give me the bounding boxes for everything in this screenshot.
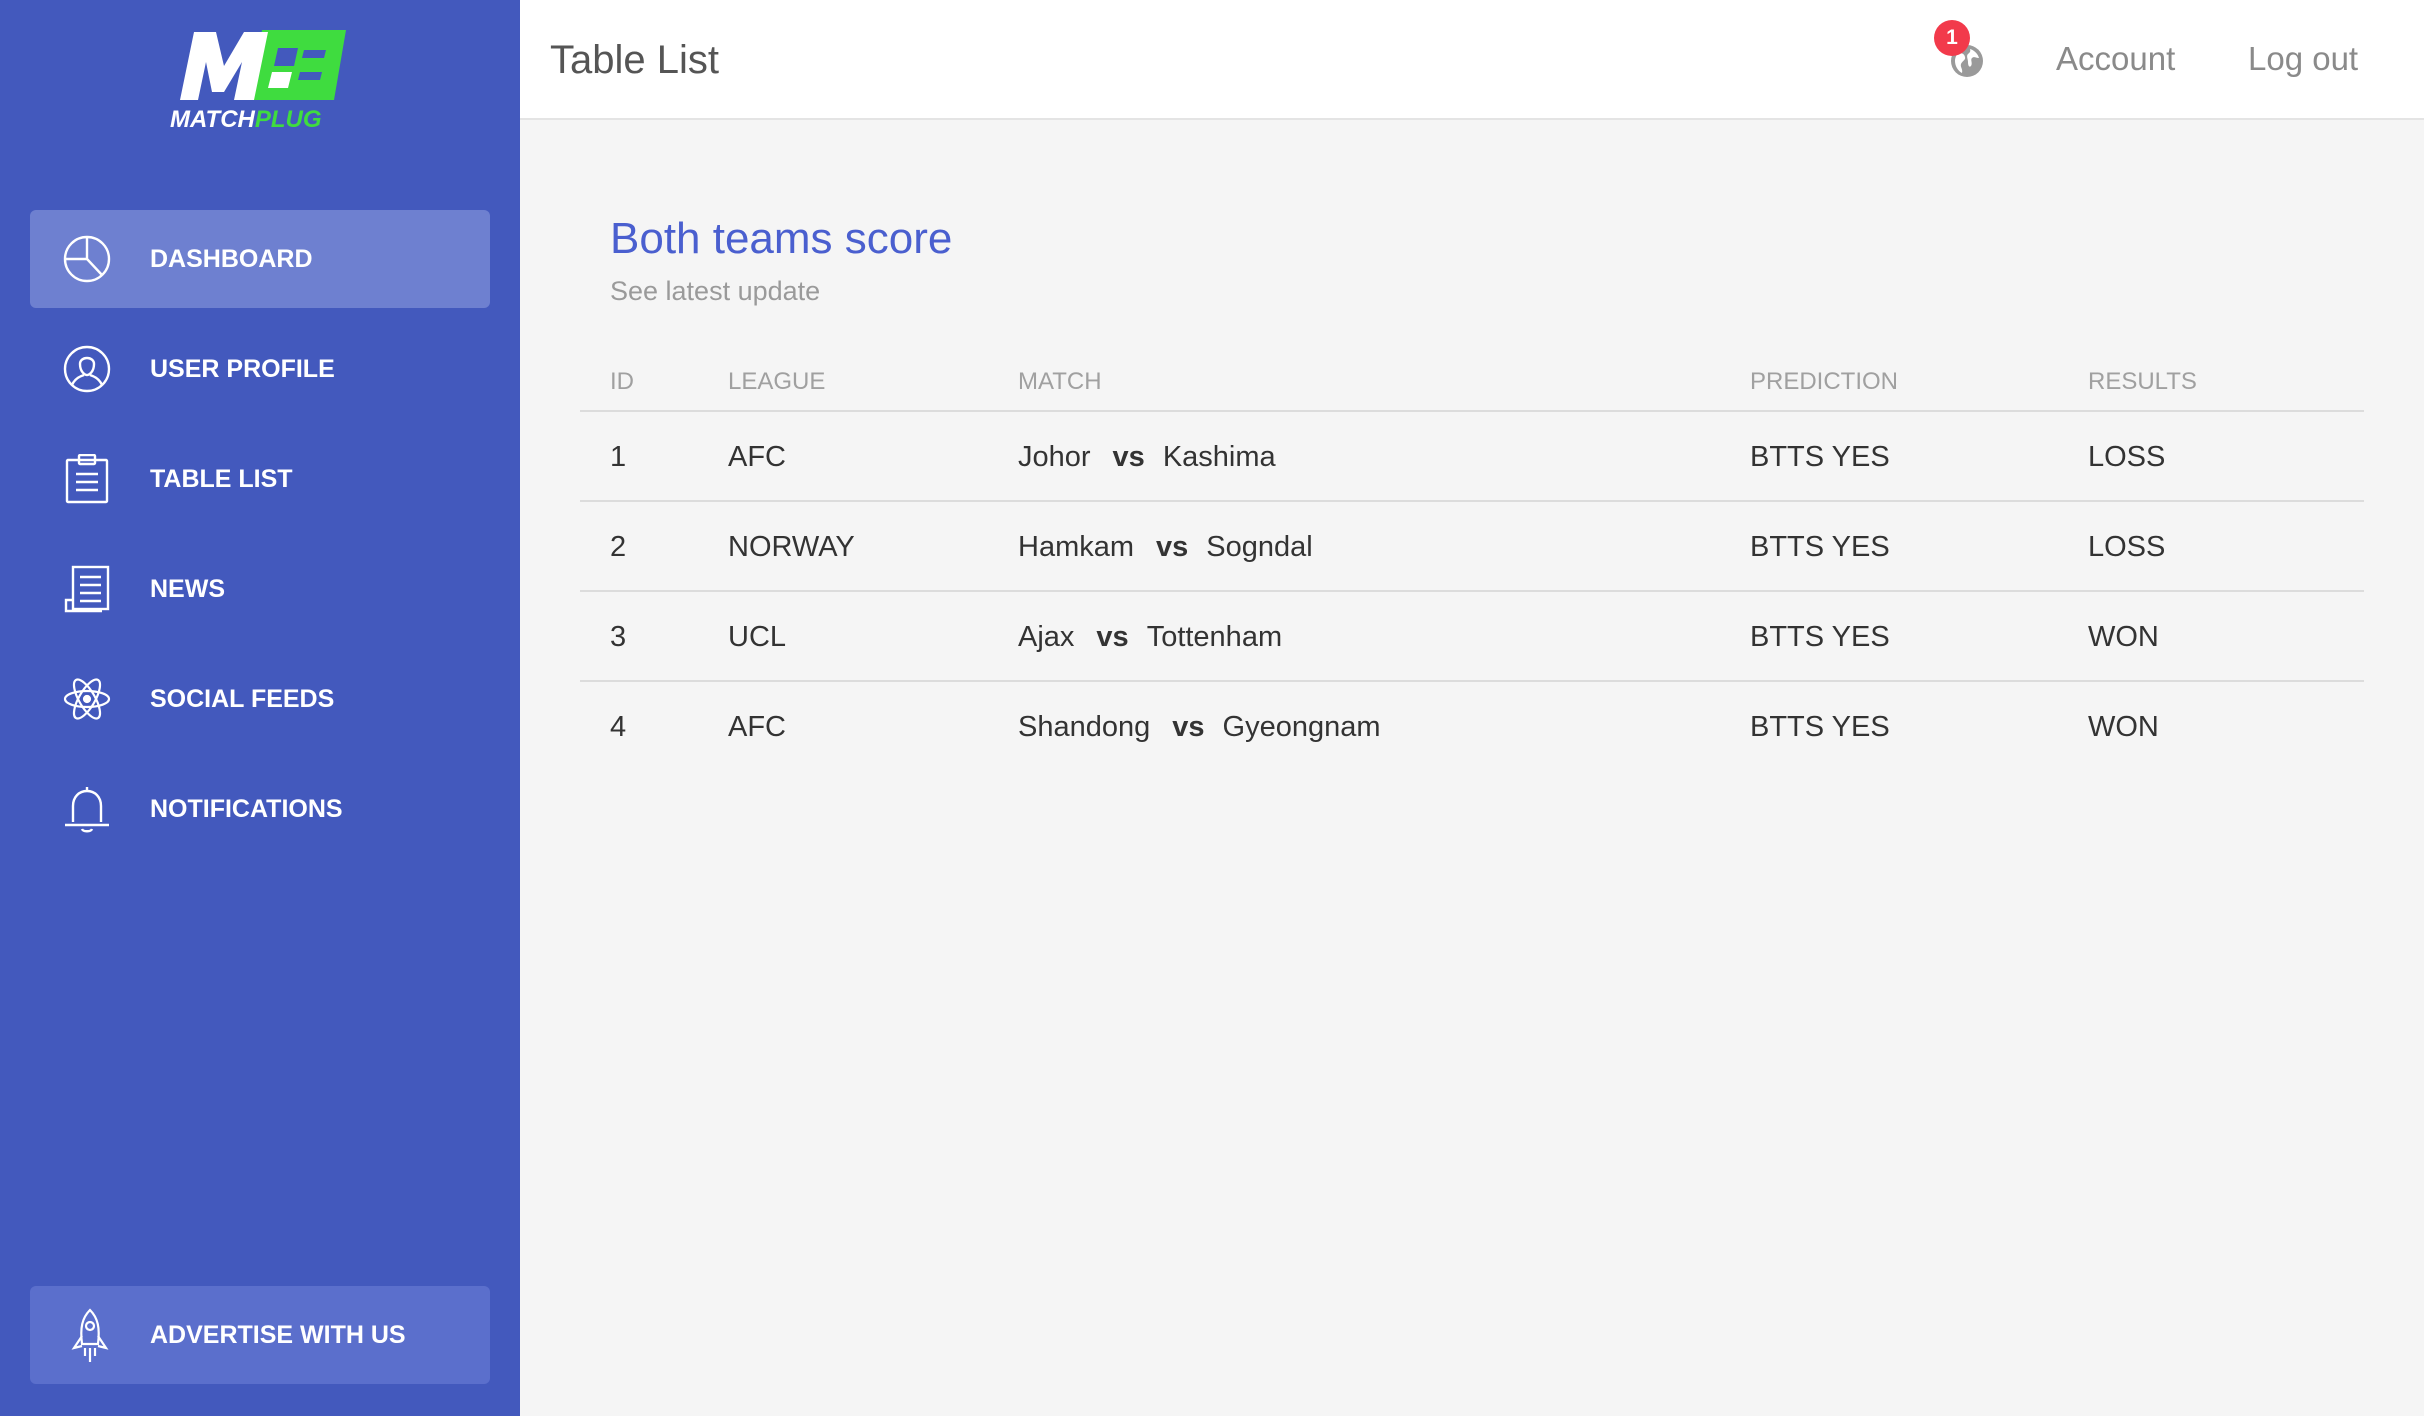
away-team: Tottenham [1146, 621, 1283, 653]
logout-link[interactable]: Log out [2248, 0, 2358, 120]
cell-id: 4 [610, 711, 627, 743]
cell-prediction: BTTS YES [1750, 441, 1890, 473]
table-row: 3 UCL Ajax vs Tottenham BTTS YES WON [580, 592, 2364, 682]
cell-id: 1 [610, 441, 627, 473]
account-link[interactable]: Account [2056, 0, 2175, 120]
cell-league: AFC [728, 441, 786, 473]
cell-id: 3 [610, 621, 627, 653]
rocket-icon [71, 1308, 109, 1362]
cell-match: Shandong vs Gyeongnam [1018, 682, 1381, 772]
matchplug-logo[interactable]: MATCHPLUG [166, 26, 346, 136]
card-subtitle: See latest update [610, 276, 821, 306]
away-team: Kashima [1162, 441, 1276, 473]
sidebar-item-social-feeds[interactable]: SOCIAL FEEDS [30, 650, 490, 748]
advertise-with-us-button[interactable]: ADVERTISE WITH US [30, 1286, 490, 1384]
cell-result: WON [2088, 711, 2159, 743]
cell-prediction: BTTS YES [1750, 531, 1890, 563]
away-team: Gyeongnam [1222, 711, 1381, 743]
table-row: 1 AFC Johor vs Kashima BTTS YES LOSS [580, 412, 2364, 502]
cell-result: LOSS [2088, 441, 2166, 473]
sidebar-item-news[interactable]: NEWS [30, 540, 490, 638]
sidebar-item-dashboard[interactable]: DASHBOARD [30, 210, 490, 308]
home-team: Johor [1018, 441, 1091, 473]
sidebar-item-label: TABLE LIST [150, 465, 293, 493]
sidebar-item-label: USER PROFILE [150, 355, 335, 383]
column-header-prediction: PREDICTION [1750, 368, 1899, 395]
clipboard-icon [65, 454, 109, 504]
vs-label: vs [1096, 621, 1129, 653]
pie-chart-icon [63, 235, 111, 283]
column-header-results: RESULTS [2088, 368, 2197, 395]
cell-league: AFC [728, 711, 786, 743]
cell-result: LOSS [2088, 531, 2166, 563]
column-header-league: LEAGUE [728, 368, 826, 395]
cell-result: WON [2088, 621, 2159, 653]
page-title: Table List [550, 38, 719, 82]
sidebar-item-table-list[interactable]: TABLE LIST [30, 430, 490, 528]
card-title: Both teams score [610, 214, 953, 263]
logo-wordmark: MATCHPLUG [170, 106, 322, 134]
predictions-table: ID LEAGUE MATCH PREDICTION RESULTS 1 AFC… [580, 350, 2364, 772]
user-icon [63, 345, 111, 393]
sidebar-item-notifications[interactable]: NOTIFICATIONS [30, 760, 490, 858]
home-team: Shandong [1018, 711, 1151, 743]
newspaper-icon [64, 565, 110, 613]
cell-league: UCL [728, 621, 787, 653]
sidebar-item-label: DASHBOARD [150, 245, 313, 273]
home-team: Ajax [1018, 621, 1075, 653]
sidebar-item-label: NEWS [150, 575, 225, 603]
cell-league: NORWAY [728, 531, 855, 563]
cell-match: Hamkam vs Sogndal [1018, 502, 1313, 592]
bell-icon [65, 787, 109, 833]
cell-prediction: BTTS YES [1750, 711, 1890, 743]
top-navbar: Table List 1 Account Log out [520, 0, 2424, 120]
cell-match: Johor vs Kashima [1018, 412, 1276, 502]
sidebar-item-label: NOTIFICATIONS [150, 795, 343, 823]
atom-icon [63, 678, 111, 720]
notification-badge[interactable]: 1 [1934, 20, 1970, 56]
cell-id: 2 [610, 531, 627, 563]
vs-label: vs [1156, 531, 1189, 563]
table-row: 2 NORWAY Hamkam vs Sogndal BTTS YES LOSS [580, 502, 2364, 592]
away-team: Sogndal [1206, 531, 1313, 563]
cell-match: Ajax vs Tottenham [1018, 592, 1282, 682]
home-team: Hamkam [1018, 531, 1135, 563]
vs-label: vs [1112, 441, 1145, 473]
column-header-id: ID [610, 368, 634, 395]
vs-label: vs [1172, 711, 1205, 743]
column-header-match: MATCH [1018, 368, 1102, 395]
table-header: ID LEAGUE MATCH PREDICTION RESULTS [580, 350, 2364, 412]
sidebar-item-user-profile[interactable]: USER PROFILE [30, 320, 490, 418]
advertise-label: ADVERTISE WITH US [150, 1321, 406, 1349]
logo-word-match: MATCH [170, 106, 255, 133]
matchplug-logo-mark [180, 30, 346, 100]
logo-word-plug: PLUG [254, 106, 322, 133]
cell-prediction: BTTS YES [1750, 621, 1890, 653]
sidebar-item-label: SOCIAL FEEDS [150, 685, 335, 713]
sidebar: MATCHPLUG DASHBOARD USER PROFILE TABLE L… [0, 0, 520, 1416]
table-row: 4 AFC Shandong vs Gyeongnam BTTS YES WON [580, 682, 2364, 772]
